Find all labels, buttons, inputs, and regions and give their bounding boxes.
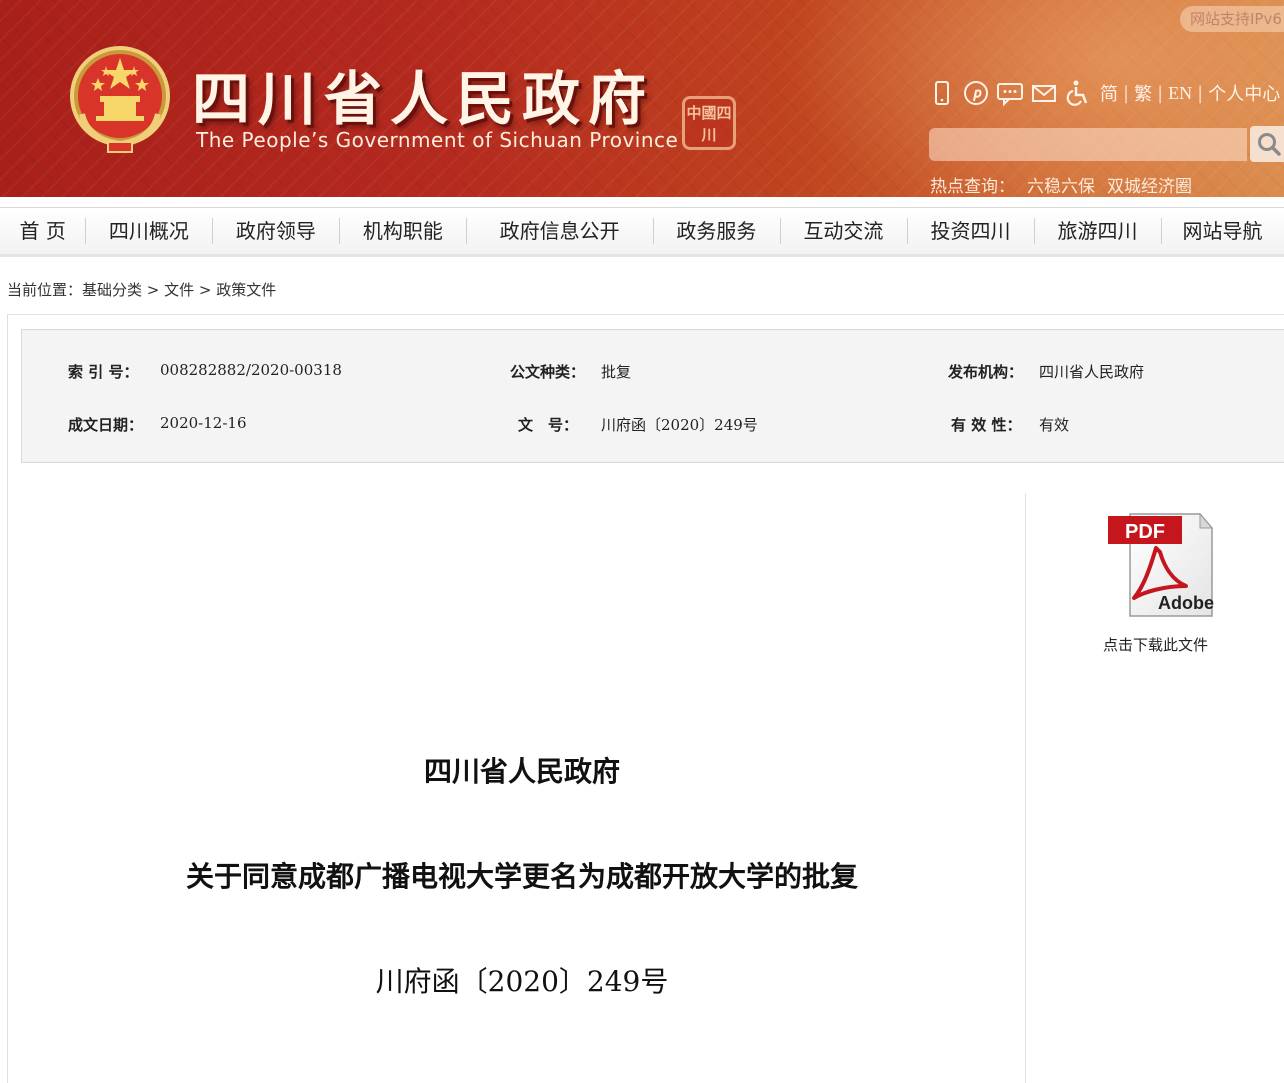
mail-icon[interactable] — [1030, 79, 1058, 107]
seal-logo: 中國四川 — [682, 96, 736, 150]
lang-traditional-link[interactable]: 繁 — [1134, 80, 1152, 106]
header-tools: 简 | 繁 | EN | 个人中心 — [928, 77, 1280, 109]
doc-number-value: 川府函〔2020〕249号 — [601, 416, 758, 434]
validity-value: 有效 — [1039, 416, 1070, 434]
lang-simplified-link[interactable]: 简 — [1100, 80, 1118, 106]
document-issuer: 四川省人民政府 — [423, 755, 620, 788]
national-emblem-icon — [68, 44, 172, 156]
breadcrumb-link[interactable]: 文件 — [164, 281, 194, 299]
search-icon — [1258, 133, 1281, 156]
validity-label: 有 效 性： — [951, 416, 1022, 434]
site-title: 四川省人民政府 — [192, 65, 655, 133]
nav-item-leaders[interactable]: 政府领导 — [212, 206, 339, 256]
main-nav: 首 页 四川概况 政府领导 机构职能 政府信息公开 政务服务 互动交流 投资四川… — [0, 207, 1284, 257]
nav-item-home[interactable]: 首 页 — [0, 206, 85, 256]
hot-search-label: 热点查询： — [930, 177, 1015, 197]
breadcrumb-separator: > — [142, 281, 165, 299]
doc-type-value: 批复 — [601, 363, 632, 381]
document-meta-panel: 索 引 号： 008282882/2020-00318 公文种类： 批复 发布机… — [21, 329, 1284, 463]
tool-separator: | — [1157, 82, 1164, 104]
index-number-label: 索 引 号： — [68, 363, 139, 381]
document-number: 川府函〔2020〕249号 — [375, 965, 669, 998]
nav-item-invest[interactable]: 投资四川 — [906, 206, 1034, 256]
accessibility-icon[interactable] — [1064, 79, 1092, 107]
ipv6-badge: 网站支持IPv6 — [1180, 6, 1284, 32]
breadcrumb-separator: > — [194, 281, 217, 299]
hot-search: 热点查询： 六稳六保 双城经济圈 — [930, 172, 1192, 197]
hot-search-item[interactable]: 双城经济圈 — [1107, 177, 1192, 197]
pdf-download-link[interactable]: 点击下载此文件 — [1103, 634, 1208, 655]
nav-item-tourism[interactable]: 旅游四川 — [1033, 206, 1161, 256]
adobe-label: Adobe — [1158, 593, 1214, 613]
tool-separator: | — [1197, 82, 1204, 104]
publisher-value: 四川省人民政府 — [1039, 363, 1145, 381]
seal-text: 中國四川 — [686, 104, 732, 144]
lang-english-link[interactable]: EN — [1168, 83, 1192, 104]
publisher-label: 发布机构： — [948, 363, 1024, 381]
index-number-value: 008282882/2020-00318 — [160, 361, 342, 379]
search-input[interactable] — [929, 128, 1247, 161]
breadcrumb-link[interactable]: 政策文件 — [216, 281, 276, 299]
nav-item-interaction[interactable]: 互动交流 — [779, 206, 907, 256]
mobile-icon[interactable] — [928, 79, 956, 107]
tool-separator: | — [1123, 82, 1130, 104]
nav-item-services[interactable]: 政务服务 — [652, 206, 780, 256]
hot-search-item[interactable]: 六稳六保 — [1027, 177, 1095, 197]
breadcrumb-prefix: 当前位置： — [7, 281, 83, 299]
doc-type-label: 公文种类： — [510, 363, 586, 381]
message-icon[interactable] — [996, 79, 1024, 107]
pdf-download-icon[interactable]: PDF Adobe — [1104, 508, 1216, 620]
nav-item-info-disclosure[interactable]: 政府信息公开 — [466, 206, 653, 256]
site-subtitle: The People’s Government of Sichuan Provi… — [196, 128, 679, 152]
nav-item-sitemap[interactable]: 网站导航 — [1160, 206, 1284, 256]
breadcrumb: 当前位置：基础分类 > 文件 > 政策文件 — [7, 279, 276, 300]
breadcrumb-link[interactable]: 基础分类 — [82, 281, 142, 299]
search-button[interactable] — [1250, 126, 1284, 162]
doc-number-label: 文 号： — [518, 416, 579, 434]
date-label: 成文日期： — [68, 416, 144, 434]
pinterest-icon[interactable] — [962, 79, 990, 107]
nav-item-institutions[interactable]: 机构职能 — [339, 206, 466, 256]
nav-item-overview[interactable]: 四川概况 — [85, 206, 212, 256]
site-header: 四川省人民政府 The People’s Government of Sichu… — [0, 0, 1284, 197]
date-value: 2020-12-16 — [160, 414, 247, 432]
pdf-label: PDF — [1125, 521, 1165, 543]
personal-center-link[interactable]: 个人中心 — [1208, 80, 1280, 106]
document-title: 关于同意成都广播电视大学更名为成都开放大学的批复 — [185, 860, 858, 893]
